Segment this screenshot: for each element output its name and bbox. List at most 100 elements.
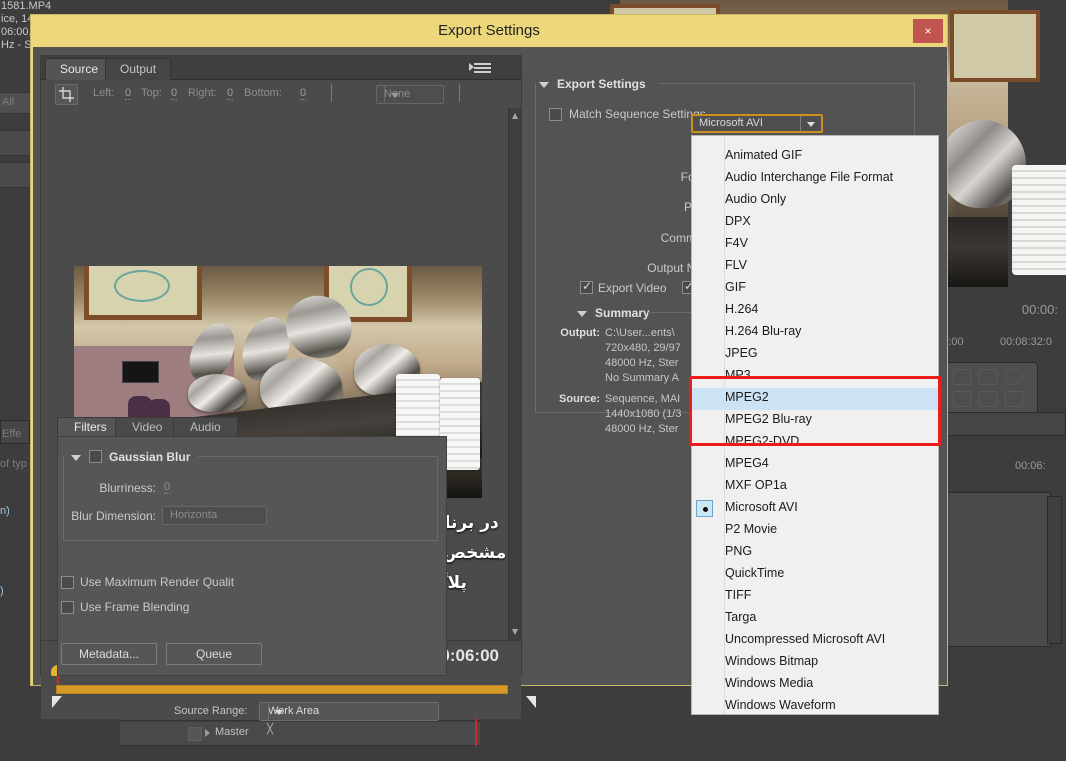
menu-item-gif[interactable]: GIF xyxy=(692,278,940,300)
menu-item-tiff[interactable]: TIFF xyxy=(692,586,940,608)
panel-menu-icon[interactable] xyxy=(469,61,491,75)
source-scrollbar[interactable] xyxy=(508,108,521,640)
crop-right-value[interactable]: 0 xyxy=(227,87,234,100)
blur-dimension-select[interactable]: Horizonta xyxy=(162,506,267,525)
scroll-up-icon[interactable] xyxy=(512,113,518,119)
effects-tab-label[interactable]: Effe xyxy=(2,428,21,440)
summary-disclosure-icon[interactable] xyxy=(577,311,587,317)
tab-source[interactable]: Source xyxy=(45,58,114,80)
menu-item-mxf-op1a[interactable]: MXF OP1a xyxy=(692,476,940,498)
menu-item-windows-bitmap[interactable]: Windows Bitmap xyxy=(692,652,940,674)
crop-icon[interactable] xyxy=(55,84,78,105)
chevron-down-icon[interactable] xyxy=(800,116,821,131)
menu-item-h-264[interactable]: H.264 xyxy=(692,300,940,322)
menu-item-mpeg2[interactable]: MPEG2 xyxy=(692,388,940,410)
crop-aspect-select[interactable]: None xyxy=(376,85,444,104)
extract-icon[interactable] xyxy=(979,391,997,407)
timeline-scrollbar[interactable] xyxy=(1047,496,1062,644)
match-sequence-checkbox[interactable] xyxy=(549,108,562,121)
expand-arrow-icon[interactable] xyxy=(205,729,210,737)
menu-item-label: FLV xyxy=(725,258,747,272)
crop-top-value[interactable]: 0 xyxy=(171,87,178,100)
menu-item-audio-only[interactable]: Audio Only xyxy=(692,190,940,212)
out-point-handle[interactable] xyxy=(526,696,536,708)
source-range-select[interactable]: Work Area xyxy=(259,702,439,721)
scroll-down-icon[interactable] xyxy=(512,629,518,635)
menu-item-audio-interchange-file-format[interactable]: Audio Interchange File Format xyxy=(692,168,940,190)
summary-source-line-1: Sequence, MAI xyxy=(605,393,681,405)
selected-radio-icon xyxy=(696,500,713,517)
settings-blob-icon[interactable] xyxy=(1005,369,1023,385)
menu-item-mpeg2-blu-ray[interactable]: MPEG2 Blu-ray xyxy=(692,410,940,432)
crop-left-value[interactable]: 0 xyxy=(125,87,132,100)
lift-icon[interactable] xyxy=(953,391,971,407)
in-point-handle[interactable] xyxy=(52,696,62,708)
metadata-button[interactable]: Metadata... xyxy=(61,643,157,665)
camera-icon[interactable] xyxy=(1005,391,1023,407)
menu-item-png[interactable]: PNG xyxy=(692,542,940,564)
blur-dimension-value: Horizonta xyxy=(170,509,218,521)
scrubber-track[interactable] xyxy=(56,685,508,694)
chevron-down-icon[interactable] xyxy=(268,703,288,720)
menu-item-windows-waveform[interactable]: Windows Waveform xyxy=(692,696,940,718)
menu-item-quicktime[interactable]: QuickTime xyxy=(692,564,940,586)
menu-item-f4v[interactable]: F4V xyxy=(692,234,940,256)
safe-margins-icon[interactable] xyxy=(979,369,997,385)
menu-item-mpeg2-dvd[interactable]: MPEG2-DVD xyxy=(692,432,940,454)
crop-bottom-value[interactable]: 0 xyxy=(300,87,307,100)
program-timecode: 00:00: xyxy=(1021,302,1058,317)
menu-item-label: F4V xyxy=(725,236,748,250)
track-toggle[interactable] xyxy=(188,727,202,741)
gaussian-blur-frame xyxy=(63,456,438,541)
blurriness-value[interactable]: 0 xyxy=(164,481,171,494)
max-render-quality-label: Use Maximum Render Qualit xyxy=(80,575,235,589)
menu-item-label: Uncompressed Microsoft AVI xyxy=(725,632,886,646)
frame-blending-label: Use Frame Blending xyxy=(80,600,190,614)
menu-item-label: DPX xyxy=(725,214,751,228)
crop-left-label: Left: xyxy=(93,87,115,99)
format-select[interactable]: Microsoft AVI xyxy=(691,114,823,133)
menu-item-jpeg[interactable]: JPEG xyxy=(692,344,940,366)
match-sequence-label: Match Sequence Settings xyxy=(569,107,706,121)
menu-item-label: GIF xyxy=(725,280,746,294)
summary-output-line-4: No Summary A xyxy=(605,372,679,384)
menu-item-targa[interactable]: Targa xyxy=(692,608,940,630)
menu-item-label: MPEG2 Blu-ray xyxy=(725,412,812,426)
export-frame-icon[interactable] xyxy=(953,369,971,385)
close-icon[interactable]: × xyxy=(913,19,943,43)
chevron-down-icon[interactable] xyxy=(384,86,404,103)
menu-item-microsoft-avi[interactable]: Microsoft AVI xyxy=(692,498,940,520)
frame-blending-checkbox[interactable] xyxy=(61,601,74,614)
menu-item-mpeg4[interactable]: MPEG4 xyxy=(692,454,940,476)
menu-item-uncompressed-microsoft-avi[interactable]: Uncompressed Microsoft AVI xyxy=(692,630,940,652)
menu-item-label: Microsoft AVI xyxy=(725,500,798,514)
tab-output[interactable]: Output xyxy=(105,58,172,80)
tab-audio[interactable]: Audio xyxy=(173,417,238,437)
menu-item-label: Audio Only xyxy=(725,192,787,206)
menu-item-dpx[interactable]: DPX xyxy=(692,212,940,234)
menu-item-mp3[interactable]: MP3 xyxy=(692,366,940,388)
menu-item-label: MPEG2 xyxy=(725,390,769,404)
queue-button[interactable]: Queue xyxy=(166,643,262,665)
menu-item-label: QuickTime xyxy=(725,566,785,580)
tab-video[interactable]: Video xyxy=(115,417,180,437)
project-item-row-2[interactable] xyxy=(0,162,30,188)
summary-output-line-2: 720x480, 29/97 xyxy=(605,342,681,354)
filters-pane: Gaussian Blur Blurriness: 0 Blur Dimensi… xyxy=(57,436,447,676)
chafing-dish-left xyxy=(188,374,246,412)
timeline-track-area[interactable] xyxy=(935,492,1051,647)
format-dropdown-menu[interactable]: Animated GIF Audio Interchange File Forma… xyxy=(691,135,940,718)
project-item-row-1[interactable] xyxy=(0,130,30,156)
menu-item-h-264-blu-ray[interactable]: H.264 Blu-ray xyxy=(692,322,940,344)
export-video-checkbox[interactable] xyxy=(580,279,593,294)
keyframe-icon[interactable]: ╳ xyxy=(267,724,273,735)
menu-item-label: H.264 Blu-ray xyxy=(725,324,802,338)
max-render-quality-checkbox[interactable] xyxy=(61,576,74,589)
menu-item-flv[interactable]: FLV xyxy=(692,256,940,278)
track-row-master[interactable]: Master ╳ xyxy=(120,722,480,746)
menu-item-windows-media[interactable]: Windows Media xyxy=(692,674,940,696)
tab-filters[interactable]: Filters xyxy=(57,417,124,437)
menu-item-animated-gif[interactable]: Animated GIF xyxy=(692,146,940,168)
menu-item-p2-movie[interactable]: P2 Movie xyxy=(692,520,940,542)
menu-item-label: Targa xyxy=(725,610,757,624)
